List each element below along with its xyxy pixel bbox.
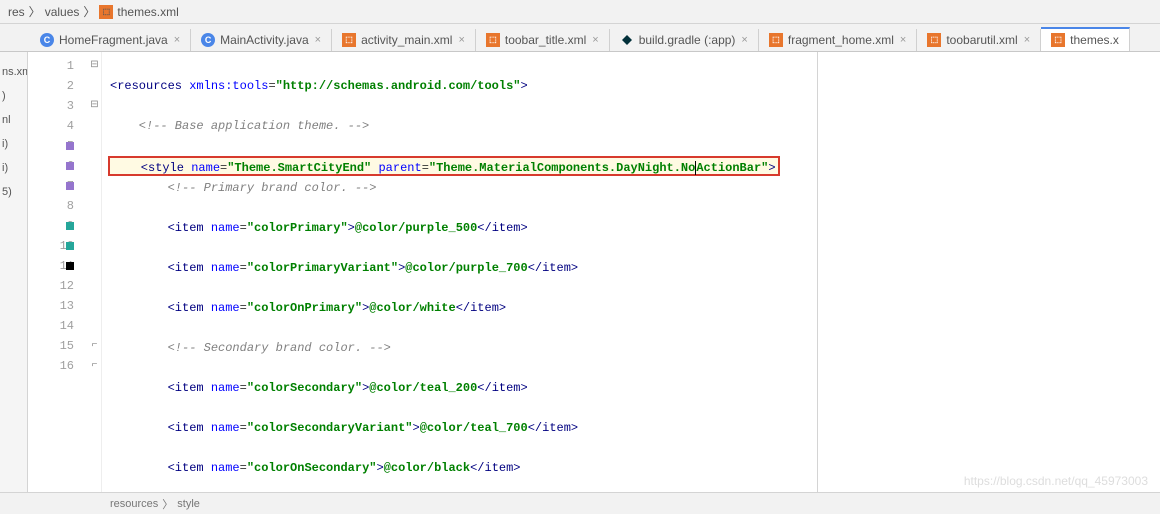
main-content: ns.xm ) nl i) i) 5) 1 2 3 4 5 6 7 8 9 10… [0,52,1160,492]
gradle-file-icon [620,33,634,47]
tab-label: HomeFragment.java [59,33,168,47]
close-icon[interactable]: × [1024,34,1030,46]
xml-file-icon: ⬚ [1051,33,1065,47]
breadcrumb-item[interactable]: themes.xml [117,5,178,19]
fold-toggle-icon[interactable]: ⊟ [88,96,101,116]
java-file-icon: C [40,33,54,47]
tab-build-gradle[interactable]: build.gradle (:app) × [610,29,759,51]
java-file-icon: C [201,33,215,47]
project-sidebar: ns.xm ) nl i) i) 5) [0,52,28,492]
close-icon[interactable]: × [174,34,180,46]
sidebar-item[interactable]: i) [0,132,27,156]
editor-tabs: CHomeFragment.java× CMainActivity.java× … [0,24,1160,52]
close-icon[interactable]: × [900,34,906,46]
chevron-right-icon: 〉 [162,496,173,512]
close-icon[interactable]: × [592,34,598,46]
sidebar-item[interactable]: 5) [0,180,27,204]
breadcrumb-status: resources 〉 style [0,492,1160,514]
preview-panel [817,52,1160,492]
breadcrumb-item[interactable]: values [45,5,80,19]
breadcrumb-item[interactable]: res [8,5,25,19]
chevron-right-icon: 〉 [29,3,41,20]
color-swatch-icon [66,262,74,270]
xml-file-icon: ⬚ [342,33,356,47]
close-icon[interactable]: × [741,34,747,46]
tab-label: fragment_home.xml [788,33,894,47]
fold-column: ⊟ ⊟ ⌐ ⌐ [88,52,102,492]
status-crumb[interactable]: resources [110,498,158,510]
code-area[interactable]: <resources xmlns:tools="http://schemas.a… [102,52,817,492]
xml-file-icon: ⬚ [927,33,941,47]
color-swatch-icon [66,242,74,250]
tab-toobar-title[interactable]: ⬚ toobar_title.xml × [476,29,610,51]
sidebar-item[interactable]: ns.xm [0,60,27,84]
fold-end-icon: ⌐ [88,356,101,376]
color-swatch-icon [66,182,74,190]
close-icon[interactable]: × [315,34,321,46]
tab-mainactivity[interactable]: C MainActivity.java × [191,29,332,51]
tab-activity-main[interactable]: ⬚ activity_main.xml × [332,29,476,51]
close-icon[interactable]: × [458,34,464,46]
tab-label: toobar_title.xml [505,33,586,47]
tab-homefragment[interactable]: C HomeFragment.java × [30,29,191,51]
color-swatch-icon [66,222,74,230]
color-swatch-icon [66,142,74,150]
tab-label: MainActivity.java [220,33,308,47]
xml-file-icon: ⬚ [769,33,783,47]
breadcrumb: res 〉 values 〉 ⬚ themes.xml [0,0,1160,24]
fold-end-icon: ⌐ [88,336,101,356]
status-crumb[interactable]: style [177,498,200,510]
fold-toggle-icon[interactable]: ⊟ [88,56,101,76]
tab-label: activity_main.xml [361,33,452,47]
xml-file-icon: ⬚ [486,33,500,47]
tab-toobarutil[interactable]: ⬚ toobarutil.xml × [917,29,1041,51]
tab-label: toobarutil.xml [946,33,1017,47]
sidebar-item[interactable]: nl [0,108,27,132]
tab-label: build.gradle (:app) [639,33,736,47]
chevron-right-icon: 〉 [83,3,95,20]
code-editor[interactable]: 1 2 3 4 5 6 7 8 9 10 11 12 13 14 15 16 ⊟… [28,52,1160,492]
tab-fragment-home[interactable]: ⬚ fragment_home.xml × [759,29,917,51]
sidebar-item[interactable]: i) [0,156,27,180]
line-gutter: 1 2 3 4 5 6 7 8 9 10 11 12 13 14 15 16 [28,52,88,492]
tab-themes[interactable]: ⬚ themes.x [1041,27,1130,52]
tab-label: themes.x [1070,33,1119,47]
color-swatch-icon [66,162,74,170]
xml-file-icon: ⬚ [99,5,113,19]
sidebar-item[interactable]: ) [0,84,27,108]
